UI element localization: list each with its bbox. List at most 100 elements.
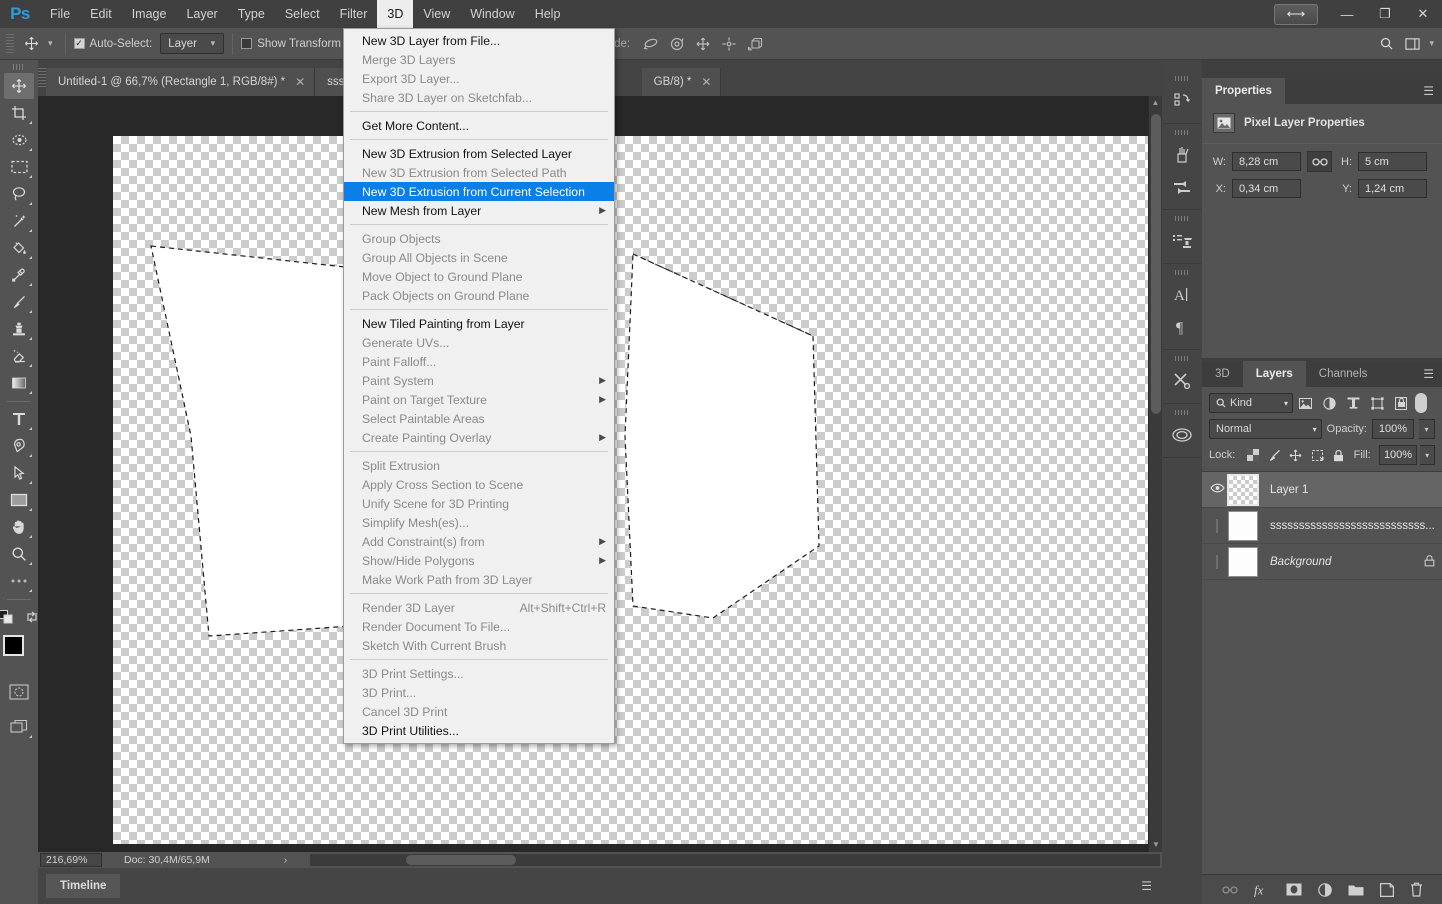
fill-stepper[interactable]: ▾ [1420,445,1435,465]
3d-pan-icon[interactable] [690,31,716,57]
layer-visibility-icon[interactable] [1206,554,1228,569]
hand-tool[interactable] [4,514,34,540]
3d-scale-icon[interactable] [742,31,768,57]
type-filter-icon[interactable] [1341,393,1365,413]
x-input[interactable]: 0,34 cm [1232,179,1301,198]
layer-filter-toggle[interactable] [1415,393,1427,413]
menu-item-merge-3d-layers[interactable]: Merge 3D Layers [344,50,614,69]
smartobject-filter-icon[interactable] [1389,393,1413,413]
layer-name[interactable]: Background [1258,556,1416,568]
show-transform-checkbox[interactable] [241,38,253,49]
menu-item-render-document-to-file[interactable]: Render Document To File... [344,617,614,636]
lock-transparent-icon[interactable] [1244,446,1262,464]
menu-item-new-3d-extrusion-from-selected-path[interactable]: New 3D Extrusion from Selected Path [344,163,614,182]
menu-item-generate-uvs[interactable]: Generate UVs... [344,333,614,352]
menu-item-3d-print-utilities[interactable]: 3D Print Utilities... [344,721,614,740]
menu-item-move-object-to-ground-plane[interactable]: Move Object to Ground Plane [344,267,614,286]
document-tab-0[interactable]: Untitled-1 @ 66,7% (Rectangle 1, RGB/8#)… [46,68,316,96]
rail-grip[interactable] [1175,130,1189,135]
workspace-switch-button[interactable]: ⟷ [1274,3,1318,25]
menu-help[interactable]: Help [525,0,571,28]
menu-item-new-3d-extrusion-from-selected-layer[interactable]: New 3D Extrusion from Selected Layer [344,144,614,163]
link-dimensions-icon[interactable] [1307,151,1332,172]
close-button[interactable]: ✕ [1404,0,1442,28]
rail-grip[interactable] [1175,410,1189,415]
workspace-chevron-icon[interactable]: ▾ [1429,38,1434,49]
rail-grip[interactable] [1175,356,1189,361]
menu-item-paint-on-target-texture[interactable]: Paint on Target Texture ▶ [344,390,614,409]
lock-image-icon[interactable] [1266,446,1284,464]
layer-style-fx-icon[interactable]: fx [1254,883,1270,897]
foreground-color-swatch[interactable] [3,635,24,656]
menu-item-show-hide-polygons[interactable]: Show/Hide Polygons ▶ [344,551,614,570]
menu-item-paint-system[interactable]: Paint System ▶ [344,371,614,390]
rail-grip[interactable] [1175,76,1189,81]
type-tool[interactable] [4,406,34,432]
clone-source-icon[interactable] [1165,225,1199,257]
close-icon[interactable]: ✕ [701,75,711,89]
layer-mask-icon[interactable] [1286,883,1302,896]
menu-3d[interactable]: 3D [377,0,414,28]
zoom-tool[interactable] [4,541,34,567]
move-tool[interactable] [4,73,34,99]
layer-visibility-icon[interactable] [1206,518,1228,533]
menu-item-split-extrusion[interactable]: Split Extrusion [344,456,614,475]
lock-artboard-icon[interactable] [1308,446,1326,464]
menu-view[interactable]: View [413,0,460,28]
menu-select[interactable]: Select [275,0,330,28]
menu-item-pack-objects-on-ground-plane[interactable]: Pack Objects on Ground Plane [344,286,614,305]
cc-libraries-icon[interactable] [1165,419,1199,451]
menu-item-paint-falloff[interactable]: Paint Falloff... [344,352,614,371]
menu-item-cancel-3d-print[interactable]: Cancel 3D Print [344,702,614,721]
menu-file[interactable]: File [40,0,80,28]
menu-item-share-3d-layer-on-sketchfab[interactable]: Share 3D Layer on Sketchfab... [344,88,614,107]
history-icon[interactable] [1165,85,1199,117]
tab-timeline[interactable]: Timeline [46,874,121,898]
menu-filter[interactable]: Filter [330,0,378,28]
rail-grip[interactable] [1175,270,1189,275]
tool-presets-icon[interactable] [1165,365,1199,397]
menu-item-new-3d-extrusion-from-current-selection[interactable]: New 3D Extrusion from Current Selection [344,182,614,201]
layer-row-1[interactable]: sssssssssssssssssssssssssss... [1202,508,1442,544]
clone-stamp-tool[interactable] [4,316,34,342]
menu-item-export-3d-layer[interactable]: Export 3D Layer... [344,69,614,88]
workspace-icon[interactable] [1399,32,1425,56]
delete-layer-icon[interactable] [1410,882,1423,897]
menu-item-apply-cross-section-to-scene[interactable]: Apply Cross Section to Scene [344,475,614,494]
adjustment-filter-icon[interactable] [1317,393,1341,413]
menu-item-3d-print-settings[interactable]: 3D Print Settings... [344,664,614,683]
3d-slide-icon[interactable] [716,31,742,57]
quick-selection-tool[interactable] [4,127,34,153]
scrollbar-thumb[interactable] [1151,114,1161,414]
magic-wand-tool[interactable] [4,208,34,234]
pixel-filter-icon[interactable] [1293,393,1317,413]
tabbar-grip[interactable] [38,60,46,96]
close-icon[interactable]: ✕ [295,75,305,89]
tab-3d[interactable]: 3D [1202,361,1243,387]
menu-layer[interactable]: Layer [176,0,227,28]
layers-panel-menu-icon[interactable]: ☰ [1423,368,1434,380]
menu-item-get-more-content[interactable]: Get More Content... [344,116,614,135]
menu-window[interactable]: Window [460,0,524,28]
doc-info-expand-icon[interactable]: › [284,854,288,866]
rectangular-marquee-tool[interactable] [4,154,34,180]
3d-rotate-icon[interactable] [638,31,664,57]
minimize-button[interactable]: — [1328,0,1366,28]
search-icon[interactable] [1373,32,1399,56]
default-colors-icon[interactable] [0,604,17,630]
menu-item-new-tiled-painting-from-layer[interactable]: New Tiled Painting from Layer [344,314,614,333]
gradient-tool[interactable] [4,370,34,396]
menu-item-sketch-with-current-brush[interactable]: Sketch With Current Brush [344,636,614,655]
menu-item-simplify-meshes[interactable]: Simplify Mesh(es)... [344,513,614,532]
menu-item-add-constraints-from[interactable]: Add Constraint(s) from ▶ [344,532,614,551]
shape-filter-icon[interactable] [1365,393,1389,413]
canvas-vertical-scrollbar[interactable]: ▲ ▼ [1148,96,1162,852]
opacity-value[interactable]: 100% [1372,419,1414,439]
zoom-level-field[interactable]: 216,69% [40,853,102,867]
tab-properties[interactable]: Properties [1202,78,1285,104]
scroll-down-icon[interactable]: ▼ [1149,838,1163,852]
menu-item-group-objects[interactable]: Group Objects [344,229,614,248]
auto-select-checkbox[interactable] [73,38,85,49]
layer-thumbnail[interactable] [1227,473,1259,506]
link-layers-icon[interactable] [1221,885,1238,895]
